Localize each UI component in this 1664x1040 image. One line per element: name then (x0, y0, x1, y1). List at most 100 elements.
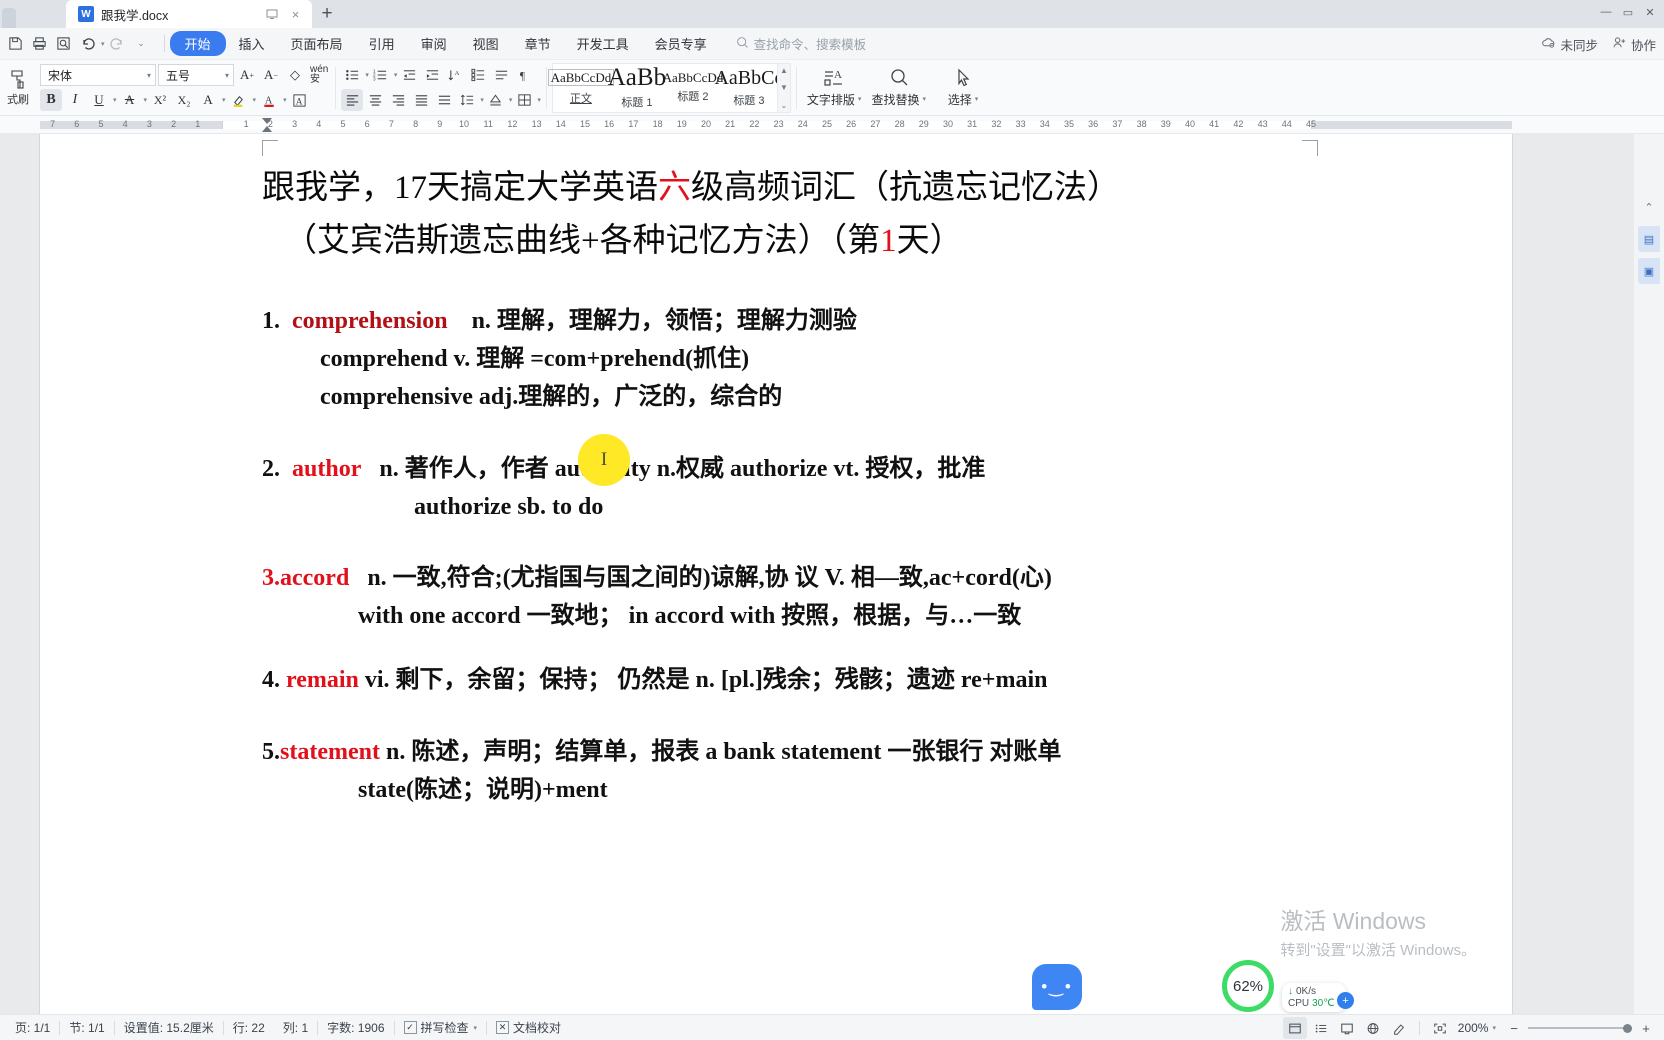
grow-font-icon[interactable]: A + (236, 64, 258, 86)
chevron-down-icon[interactable]: ▾ (858, 95, 862, 103)
hanging-indent-marker[interactable] (262, 118, 272, 124)
bold-icon[interactable]: B (40, 89, 62, 111)
spellcheck-button[interactable]: ✓ 拼写检查 ▾ (395, 1019, 487, 1036)
align-center-icon[interactable] (364, 89, 386, 111)
shading-icon[interactable] (485, 89, 507, 111)
chevron-down-icon[interactable]: ▾ (975, 95, 979, 103)
undo-icon[interactable] (76, 32, 99, 55)
redo-icon[interactable] (106, 32, 129, 55)
assistant-chat-bubble[interactable]: •‿• (1032, 964, 1082, 1010)
distribute-icon[interactable] (433, 89, 455, 111)
style-item-body[interactable]: AaBbCcDd 正文 (547, 64, 615, 112)
document-page[interactable]: 跟我学，17天搞定大学英语六级高频词汇（抗遗忘记忆法） （艾宾浩斯遗忘曲线+各种… (40, 134, 1512, 1014)
chevron-down-icon[interactable]: ▾ (1492, 1024, 1496, 1032)
sidebar-doc-icon[interactable]: ▣ (1638, 258, 1660, 284)
battery-percent-ring[interactable]: 62% (1222, 960, 1274, 1012)
chevron-down-icon[interactable]: ▾ (922, 95, 926, 103)
borders-caret-icon[interactable]: ▾ (537, 96, 541, 104)
print-preview-icon[interactable] (52, 32, 75, 55)
sidebar-panel-icon[interactable]: ▤ (1638, 226, 1660, 252)
text-effects-icon[interactable]: A (197, 89, 219, 111)
bullet-caret-icon[interactable]: ▾ (365, 71, 369, 79)
save-as-icon[interactable] (4, 32, 27, 55)
document-body[interactable]: 跟我学，17天搞定大学英语六级高频词汇（抗遗忘记忆法） （艾宾浩斯遗忘曲线+各种… (40, 134, 1512, 810)
font-size-combo[interactable]: 五号 ▾ (158, 64, 234, 86)
text-effects-caret-icon[interactable]: ▾ (222, 96, 226, 104)
increase-indent-icon[interactable] (421, 64, 443, 86)
strikethrough-caret-icon[interactable]: ▾ (144, 96, 148, 104)
zoom-slider[interactable] (1528, 1021, 1632, 1035)
undo-dropdown-caret[interactable]: ▾ (101, 40, 105, 48)
command-search-input[interactable]: 查找命令、搜索模板 (736, 34, 866, 53)
sort-icon[interactable]: A (444, 64, 466, 86)
tab-developer[interactable]: 开发工具 (564, 31, 642, 56)
word-count[interactable]: 字数: 1906 (318, 1019, 393, 1036)
align-left-icon[interactable] (341, 89, 364, 111)
zoom-out-button[interactable]: − (1502, 1017, 1526, 1039)
zoom-slider-knob[interactable] (1623, 1023, 1632, 1033)
style-scroll-down-icon[interactable]: ▼ (780, 83, 788, 92)
numbered-list-icon[interactable]: 123 (370, 64, 392, 86)
format-painter-button[interactable]: 式刷 (0, 62, 40, 114)
strikethrough-icon[interactable]: A (119, 89, 141, 111)
chevron-down-icon[interactable]: ▾ (225, 71, 229, 80)
find-replace-button[interactable]: 查找替换 ▾ (866, 62, 931, 114)
show-marks-icon[interactable]: ¶ (513, 64, 535, 86)
proofread-button[interactable]: ✕ 文档校对 (487, 1019, 570, 1036)
edit-view-icon[interactable] (1387, 1017, 1411, 1039)
style-gallery-more-icon[interactable]: ⌄ (781, 101, 788, 110)
maximize-icon[interactable]: ▭ (1618, 3, 1638, 21)
clear-format-icon[interactable]: ◇ (284, 64, 306, 86)
tab-insert[interactable]: 插入 (226, 31, 278, 56)
select-button[interactable]: 选择 ▾ (931, 62, 995, 114)
pinyin-guide-icon[interactable]: wén 安 (308, 64, 330, 86)
chevron-down-icon[interactable]: ▾ (474, 1024, 478, 1032)
tab-page-layout[interactable]: 页面布局 (278, 31, 356, 56)
tab-start[interactable]: 开始 (169, 31, 226, 56)
horizontal-ruler[interactable]: 7 6 5 4 3 2 1 1 2 3 4 5 6 7 8 9 10 11 12 13 14 15 16 17 18 19 20 21… (0, 116, 1664, 134)
tab-sections[interactable]: 章节 (512, 31, 564, 56)
paragraph-layout-icon[interactable] (490, 64, 512, 86)
multilevel-list-icon[interactable] (467, 64, 489, 86)
section-count[interactable]: 节: 1/1 (60, 1019, 113, 1036)
highlight-color-icon[interactable] (228, 89, 250, 111)
chevron-down-icon[interactable]: ▾ (147, 71, 151, 80)
borders-icon[interactable] (513, 89, 535, 111)
underline-icon[interactable]: U (88, 89, 110, 111)
font-color-icon[interactable]: A (258, 89, 280, 111)
shrink-font-icon[interactable]: A − (260, 64, 282, 86)
first-line-indent-marker[interactable] (262, 126, 272, 132)
tab-review[interactable]: 审阅 (408, 31, 460, 56)
tab-references[interactable]: 引用 (356, 31, 408, 56)
style-item-heading3[interactable]: AaBbCc 标题 3 (714, 64, 783, 112)
row-indicator[interactable]: 行: 22 (224, 1019, 274, 1036)
superscript-icon[interactable]: X² (149, 89, 171, 111)
cpu-monitor-widget[interactable]: ↓ 0K/s CPU 30℃ + (1282, 983, 1354, 1012)
restore-window-icon[interactable] (263, 6, 280, 23)
zoom-in-button[interactable]: + (1634, 1017, 1658, 1039)
style-gallery-scroll[interactable]: ▲ ▼ ⌄ (776, 63, 790, 112)
column-indicator[interactable]: 列: 1 (274, 1019, 317, 1036)
style-scroll-up-icon[interactable]: ▲ (780, 66, 788, 75)
zoom-level-button[interactable]: 200% ▾ (1454, 1021, 1500, 1035)
subscript-icon[interactable]: X₂ (173, 89, 195, 111)
decrease-indent-icon[interactable] (398, 64, 420, 86)
line-spacing-caret-icon[interactable]: ▾ (480, 96, 484, 104)
collaborate-button[interactable]: 协作 (1612, 35, 1656, 54)
page-view-icon[interactable] (1282, 1017, 1307, 1039)
tab-view[interactable]: 视图 (460, 31, 512, 56)
font-name-combo[interactable]: 宋体 ▾ (40, 64, 156, 86)
widget-expand-icon[interactable]: + (1337, 992, 1354, 1009)
style-item-heading2[interactable]: AaBbCcDd 标题 2 (663, 64, 724, 112)
web-view-icon[interactable] (1361, 1017, 1385, 1039)
font-color-caret-icon[interactable]: ▾ (283, 96, 287, 104)
highlight-caret-icon[interactable]: ▾ (253, 96, 257, 104)
tab-member-exclusive[interactable]: 会员专享 (642, 31, 720, 56)
numbered-caret-icon[interactable]: ▾ (394, 71, 398, 79)
page-count[interactable]: 页: 1/1 (6, 1019, 59, 1036)
close-icon[interactable]: × (287, 6, 304, 23)
sync-status-button[interactable]: 未同步 (1541, 35, 1598, 54)
reading-view-icon[interactable] (1335, 1017, 1359, 1039)
align-right-icon[interactable] (387, 89, 409, 111)
minimize-icon[interactable]: — (1596, 3, 1616, 21)
